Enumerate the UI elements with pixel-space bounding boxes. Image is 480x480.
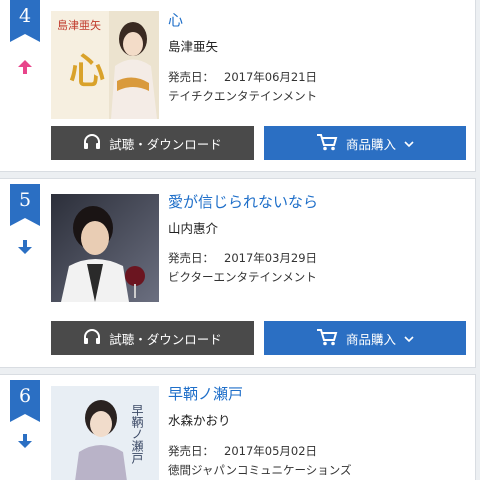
cart-icon bbox=[316, 133, 338, 154]
album-jacket[interactable]: 心 島津亜矢 bbox=[51, 11, 159, 119]
chevron-down-icon bbox=[404, 331, 414, 346]
release-date: 発売日： 2017年03月29日 bbox=[168, 251, 318, 265]
listen-download-button[interactable]: 試聴・ダウンロード bbox=[51, 126, 254, 160]
rank-number: 4 bbox=[18, 5, 32, 27]
arrow-down-icon bbox=[16, 238, 34, 256]
arrow-down-icon bbox=[16, 432, 34, 450]
artist-name: 水森かおり bbox=[168, 413, 231, 428]
buy-button[interactable]: 商品購入 bbox=[264, 321, 466, 355]
album-jacket[interactable]: 早鞆ノ瀬戸 bbox=[51, 386, 159, 480]
headphones-icon bbox=[83, 133, 101, 153]
ranking-entry: 4 心 島津亜矢 心 島津亜矢 発売日： 2017年06月21日 テイチクエンタテ… bbox=[0, 0, 476, 172]
song-title[interactable]: 早鞆ノ瀬戸 bbox=[168, 384, 243, 404]
buy-label: 商品購入 bbox=[345, 331, 396, 347]
rank-number: 5 bbox=[18, 189, 32, 211]
cart-icon bbox=[316, 328, 338, 349]
listen-download-button[interactable]: 試聴・ダウンロード bbox=[51, 321, 254, 355]
record-label: テイチクエンタテインメント bbox=[168, 89, 318, 103]
record-label: 徳間ジャパンコミュニケーションズ bbox=[168, 463, 352, 477]
album-jacket[interactable] bbox=[51, 194, 159, 302]
artist-name: 山内惠介 bbox=[168, 221, 219, 236]
release-date: 発売日： 2017年05月02日 bbox=[168, 444, 318, 458]
chevron-down-icon bbox=[404, 136, 414, 151]
listen-download-label: 試聴・ダウンロード bbox=[109, 331, 222, 347]
record-label: ビクターエンタテインメント bbox=[168, 270, 317, 284]
rank-badge: 6 bbox=[10, 380, 40, 422]
svg-text:心: 心 bbox=[69, 50, 105, 92]
artist-name: 島津亜矢 bbox=[168, 39, 219, 54]
ranking-entry: 6 早鞆ノ瀬戸 早鞆ノ瀬戸 水森かおり 発売日： 2017年05月02日 徳間ジャ… bbox=[0, 374, 476, 480]
song-title[interactable]: 愛が信じられないなら bbox=[168, 192, 318, 212]
arrow-up-icon bbox=[16, 58, 34, 76]
rank-badge: 4 bbox=[10, 0, 40, 42]
headphones-icon bbox=[83, 328, 101, 348]
rank-badge: 5 bbox=[10, 184, 40, 226]
rank-number: 6 bbox=[18, 385, 32, 407]
release-date: 発売日： 2017年06月21日 bbox=[168, 70, 318, 84]
svg-text:島津亜矢: 島津亜矢 bbox=[57, 18, 101, 32]
buy-button[interactable]: 商品購入 bbox=[264, 126, 466, 160]
buy-label: 商品購入 bbox=[345, 136, 396, 152]
song-title[interactable]: 心 bbox=[168, 10, 183, 30]
listen-download-label: 試聴・ダウンロード bbox=[109, 136, 222, 152]
ranking-entry: 5 愛が信じられないなら 山内惠介 発売日： 2017年03月29日 ビクターエン… bbox=[0, 178, 476, 368]
svg-text:早鞆ノ瀬戸: 早鞆ノ瀬戸 bbox=[130, 404, 144, 465]
